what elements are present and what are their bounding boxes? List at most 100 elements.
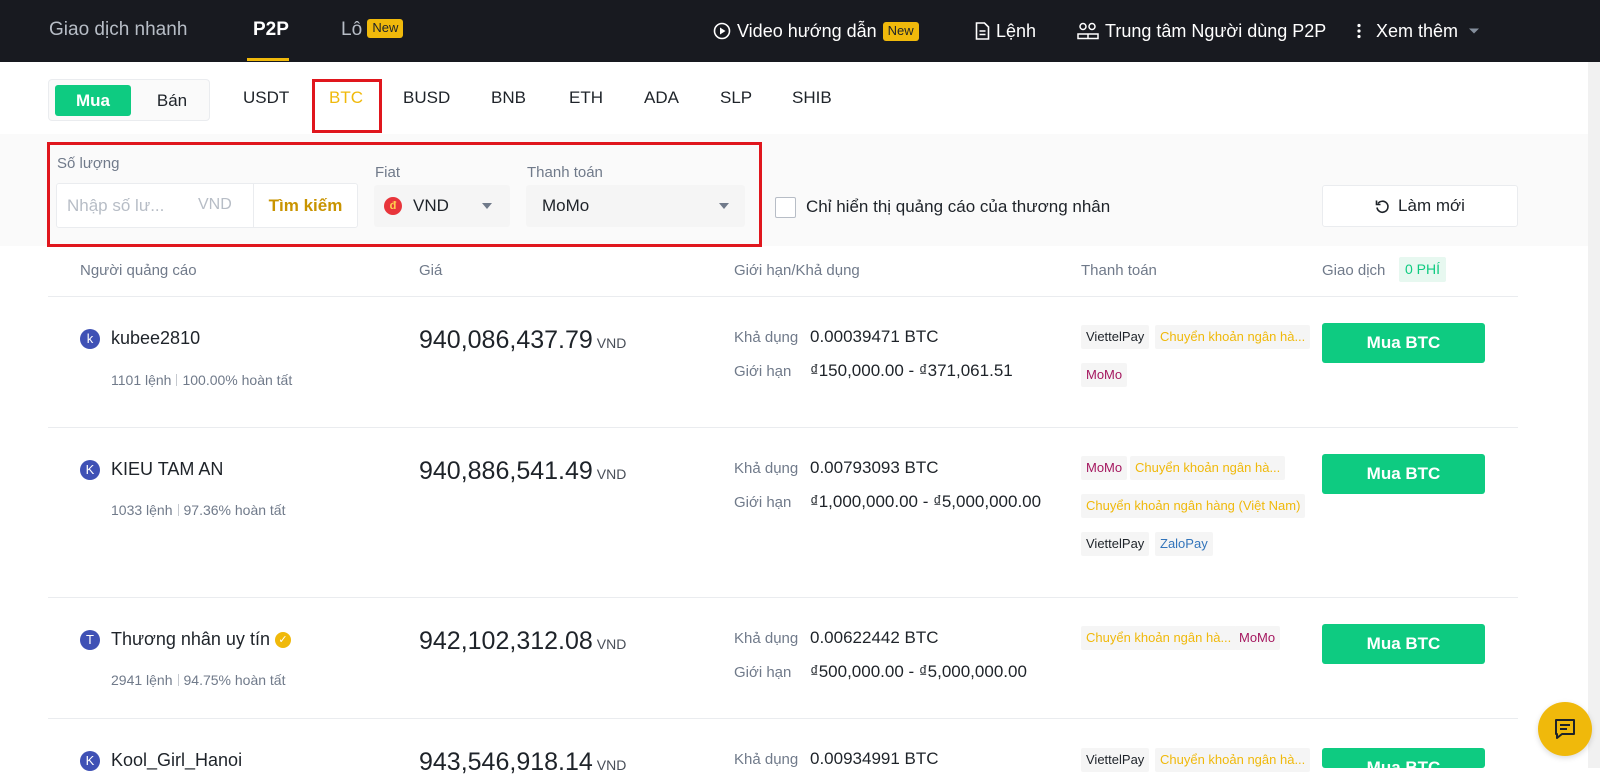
merchant-only-checkbox[interactable] <box>775 197 796 218</box>
available-label: Khả dụng <box>734 329 799 346</box>
price: 942,102,312.08 VND <box>419 627 626 656</box>
users-icon <box>1077 22 1099 40</box>
payment-tag-bank-transfer-vn: Chuyển khoản ngân hàng (Việt Nam) <box>1081 494 1306 518</box>
payment-tag-momo: MoMo <box>1081 456 1128 480</box>
nav-video-label: Video hướng dẫn <box>737 20 877 41</box>
refresh-label: Làm mới <box>1398 196 1465 215</box>
order-count: 1101 lệnh <box>111 372 172 388</box>
payment-tag-viettelpay: ViettelPay <box>1081 325 1150 349</box>
completion-rate: 94.75% hoàn tất <box>183 672 286 688</box>
payment-tag-momo: MoMo <box>1081 363 1128 387</box>
asset-tab-eth[interactable]: ETH <box>569 62 603 134</box>
asset-tab-bnb[interactable]: BNB <box>491 62 526 134</box>
advertiser-stats: 1033 lệnh 97.36% hoàn tất <box>111 502 286 518</box>
play-circle-icon <box>713 22 731 40</box>
asset-tab-ada[interactable]: ADA <box>644 62 679 134</box>
trade-type-toggle: Mua Bán <box>48 79 210 121</box>
completion-rate: 97.36% hoàn tất <box>183 502 286 518</box>
dots-vertical-icon <box>1357 23 1361 39</box>
advertiser-stats: 2941 lệnh 94.75% hoàn tất <box>111 672 286 688</box>
col-limit: Giới hạn/Khả dụng <box>734 262 860 279</box>
btc-highlight-box <box>312 79 382 133</box>
payment-tag-bank-transfer: Chuyển khoản ngân hà... <box>1081 626 1237 650</box>
asset-bar: Mua Bán USDT BTC BUSD BNB ETH ADA SLP SH… <box>0 62 1600 134</box>
top-nav: Giao dịch nhanh P2P Lô New Video hướng d… <box>0 0 1600 62</box>
nav-video-guide[interactable]: Video hướng dẫn New <box>713 0 919 62</box>
scrollbar[interactable] <box>1588 62 1600 768</box>
price: 940,086,437.79 VND <box>419 326 626 355</box>
buy-btc-button[interactable]: Mua BTC <box>1322 748 1485 768</box>
advertiser-stats: 1101 lệnh 100.00% hoàn tất <box>111 372 292 388</box>
available-label: Khả dụng <box>734 460 799 477</box>
row-divider <box>48 718 1518 719</box>
payment-tag-bank-transfer: Chuyển khoản ngân hà... <box>1155 748 1311 772</box>
asset-tab-slp[interactable]: SLP <box>720 62 752 134</box>
chat-icon <box>1555 719 1575 739</box>
price-currency: VND <box>596 335 627 351</box>
col-trade: Giao dịch <box>1322 262 1386 279</box>
buy-btc-button[interactable]: Mua BTC <box>1322 454 1485 494</box>
nav-p2p[interactable]: P2P <box>253 0 289 62</box>
available-value: 0.00793093 BTC <box>810 458 939 477</box>
payment-tag-bank-transfer: Chuyển khoản ngân hà... <box>1155 325 1311 349</box>
nav-orders-label: Lệnh <box>996 20 1037 41</box>
col-price: Giá <box>419 262 443 279</box>
available-value: 0.00039471 BTC <box>810 327 939 346</box>
nav-orders[interactable]: Lệnh <box>975 0 1036 62</box>
advertiser-name[interactable]: Thương nhân uy tín ✓ <box>111 629 291 650</box>
advertiser-name-label: Thương nhân uy tín <box>111 629 270 649</box>
avatar: K <box>80 751 100 771</box>
new-badge: New <box>882 21 919 41</box>
completion-rate: 100.00% hoàn tất <box>182 372 293 388</box>
nav-more[interactable]: Xem thêm <box>1356 0 1480 62</box>
payment-tag-bank-transfer: Chuyển khoản ngân hà... <box>1130 456 1286 480</box>
price-value: 940,086,437.79 <box>419 326 593 354</box>
available-label: Khả dụng <box>734 751 799 768</box>
nav-block[interactable]: Lô New <box>341 0 404 62</box>
price-currency: VND <box>596 757 627 773</box>
buy-btc-button[interactable]: Mua BTC <box>1322 323 1485 363</box>
refresh-icon <box>1375 199 1389 213</box>
buy-btc-button[interactable]: Mua BTC <box>1322 624 1485 664</box>
avatar: K <box>80 460 100 480</box>
nav-block-label: Lô <box>341 19 363 40</box>
payment-tag-viettelpay: ViettelPay <box>1081 748 1150 772</box>
avatar: T <box>80 630 100 650</box>
avatar: k <box>80 329 100 349</box>
chat-button[interactable] <box>1538 702 1592 756</box>
verified-merchant-icon: ✓ <box>274 632 291 648</box>
limit-value: ₫500,000.00 - ₫5,000,000.00 <box>810 662 1027 681</box>
price: 943,546,918.14 VND <box>419 748 626 777</box>
zero-fee-badge: 0 PHÍ <box>1399 257 1447 282</box>
col-payment: Thanh toán <box>1081 262 1157 279</box>
price-currency: VND <box>596 466 627 482</box>
payment-tag-viettelpay: ViettelPay <box>1081 532 1150 556</box>
advertiser-name[interactable]: kubee2810 <box>111 328 200 349</box>
limit-value: ₫1,000,000.00 - ₫5,000,000.00 <box>810 492 1042 511</box>
limit-label: Giới hạn <box>734 363 792 380</box>
nav-express[interactable]: Giao dịch nhanh <box>49 0 187 62</box>
document-icon <box>975 22 990 40</box>
price-value: 943,546,918.14 <box>419 748 593 776</box>
payment-tag-zalopay: ZaloPay <box>1155 532 1213 556</box>
nav-more-label: Xem thêm <box>1376 20 1459 41</box>
nav-active-underline <box>247 58 289 61</box>
advertiser-name[interactable]: KIEU TAM AN <box>111 459 223 480</box>
refresh-button[interactable]: Làm mới <box>1322 185 1518 227</box>
row-divider <box>48 296 1518 297</box>
asset-tab-shib[interactable]: SHIB <box>792 62 832 134</box>
available-value: 0.00622442 BTC <box>810 628 939 647</box>
row-divider <box>48 427 1518 428</box>
sell-tab[interactable]: Bán <box>139 85 205 116</box>
nav-user-center-label: Trung tâm Người dùng P2P <box>1105 20 1327 41</box>
asset-tab-busd[interactable]: BUSD <box>403 62 450 134</box>
order-count: 2941 lệnh <box>111 672 173 688</box>
col-advertiser: Người quảng cáo <box>80 262 197 279</box>
price-currency: VND <box>596 636 627 652</box>
nav-user-center[interactable]: Trung tâm Người dùng P2P <box>1077 0 1326 62</box>
merchant-only-label[interactable]: Chỉ hiển thị quảng cáo của thương nhân <box>806 197 1110 217</box>
buy-tab[interactable]: Mua <box>55 85 131 116</box>
price-value: 942,102,312.08 <box>419 627 593 655</box>
filter-highlight-box <box>47 142 762 247</box>
asset-tab-usdt[interactable]: USDT <box>243 62 289 134</box>
